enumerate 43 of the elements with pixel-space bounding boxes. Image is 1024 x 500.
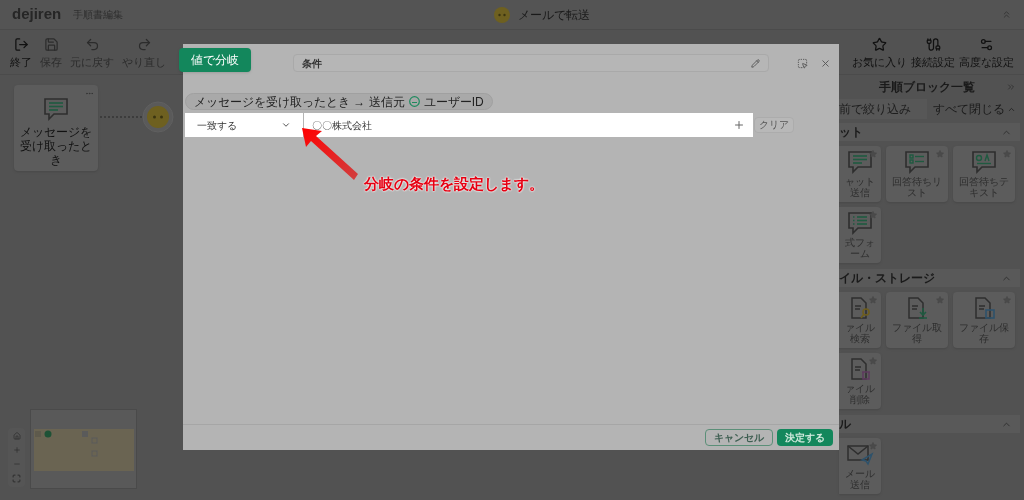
star-icon[interactable] <box>869 442 877 450</box>
chat-bubble-icon <box>970 150 998 174</box>
save-icon <box>43 36 59 52</box>
advanced-icon <box>979 36 994 52</box>
mode-tag: 値で分岐 <box>179 48 251 72</box>
redo-icon <box>136 36 152 52</box>
edit-icon[interactable] <box>751 58 760 68</box>
avatar-icon <box>494 6 511 23</box>
undo-icon <box>84 36 100 52</box>
minimap[interactable] <box>30 409 137 489</box>
step-node[interactable] <box>142 101 174 133</box>
chat-bubble-icon <box>42 97 70 121</box>
node-label: メッセージを受け取ったとき <box>19 125 93 167</box>
cancel-button[interactable]: キャンセル <box>705 429 773 446</box>
fit-view-icon[interactable] <box>12 474 21 483</box>
section-header[interactable]: イル・ストレージ <box>839 269 1020 287</box>
section-header[interactable]: ル <box>839 415 1020 433</box>
chat-bubble-icon <box>903 150 931 174</box>
chat-bubble-icon <box>846 211 874 235</box>
star-icon <box>872 36 887 52</box>
connect-icon <box>925 36 941 52</box>
exit-icon <box>13 36 29 52</box>
confirm-button[interactable]: 決定する <box>777 429 833 446</box>
trigger-node[interactable]: メッセージを受け取ったとき <box>14 85 98 171</box>
zoom-in-icon[interactable] <box>12 446 21 454</box>
dropdown-icon <box>281 120 291 130</box>
select-area-icon[interactable] <box>797 57 808 69</box>
title-field[interactable]: 条件 <box>293 54 769 72</box>
variable-path-chip: メッセージを受け取ったとき → 送信元 ユーザーID <box>185 93 493 110</box>
star-icon[interactable] <box>869 211 877 219</box>
add-icon[interactable] <box>733 119 745 131</box>
close-icon[interactable] <box>820 57 831 69</box>
annotation-text: 分岐の条件を設定します。 <box>364 174 544 194</box>
section-header[interactable]: ット <box>839 123 1020 141</box>
home-icon[interactable] <box>12 432 21 440</box>
envelope-icon <box>846 442 874 466</box>
more-icon[interactable] <box>85 89 94 98</box>
value-field[interactable]: 〇〇株式会社 <box>304 113 753 137</box>
operator-select[interactable]: 一致する <box>185 113 303 137</box>
clear-button[interactable]: クリア <box>754 117 794 133</box>
toolbar-button[interactable]: 終了 <box>8 36 34 68</box>
star-icon[interactable] <box>869 150 877 158</box>
chat-bubble-icon <box>846 150 874 174</box>
